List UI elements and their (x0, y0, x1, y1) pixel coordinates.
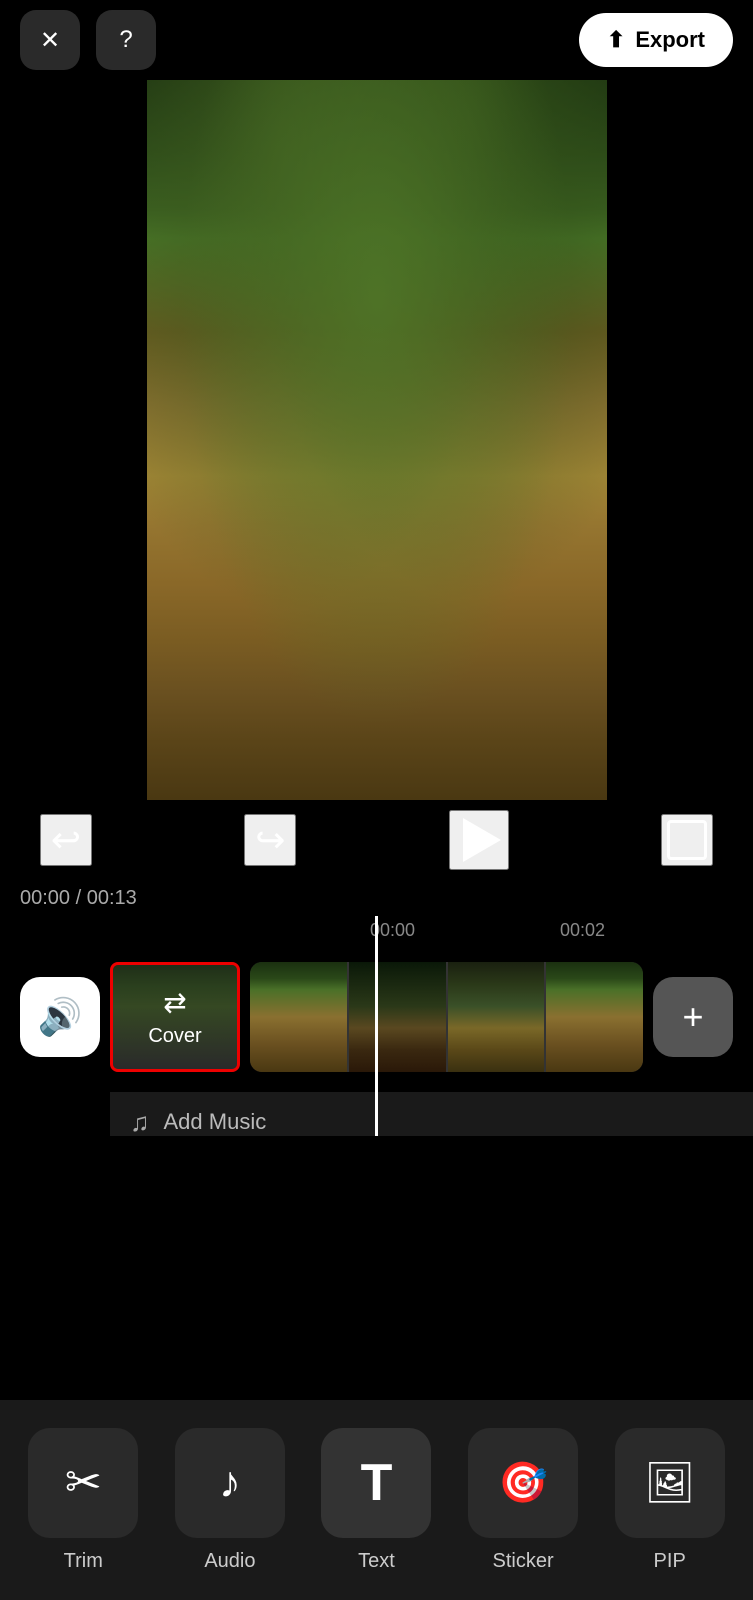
undo-button[interactable]: ↩ (40, 814, 92, 866)
strip-frame-4 (546, 962, 643, 1072)
redo-icon: ↪ (255, 819, 285, 861)
header-left-controls: ✕ ? (20, 10, 156, 70)
sticker-label: Sticker (493, 1550, 554, 1573)
text-icon-wrap: T (321, 1428, 431, 1538)
strip-frame-1 (250, 962, 347, 1072)
cover-label: Cover (148, 1025, 201, 1048)
bottom-toolbar: ✂ Trim ♪ Audio T Text 🎯 Sticker 🖼 PIP (0, 1400, 753, 1600)
play-button[interactable] (449, 810, 509, 870)
help-button[interactable]: ? (96, 10, 156, 70)
text-icon: T (361, 1453, 393, 1513)
trim-icon: ✂ (65, 1457, 102, 1508)
tool-item-pip[interactable]: 🖼 PIP (605, 1428, 735, 1573)
time-labels: 00:00 / 00:13 (0, 880, 753, 916)
undo-icon: ↩ (51, 819, 81, 861)
audio-icon: ♪ (219, 1458, 241, 1508)
timeline: 00:00 / 00:13 00:00 00:02 🔊 ⇄ Cover (0, 880, 753, 1140)
volume-icon: 🔊 (38, 996, 83, 1038)
export-button[interactable]: ⬆ Export (579, 13, 733, 67)
tool-item-text[interactable]: T Text (311, 1428, 441, 1573)
pip-icon: 🖼 (644, 1459, 695, 1506)
audio-icon-wrap: ♪ (175, 1428, 285, 1538)
video-scene (147, 80, 607, 800)
sticker-icon-wrap: 🎯 (468, 1428, 578, 1538)
audio-label: Audio (204, 1550, 255, 1573)
play-icon (463, 818, 501, 862)
add-music-label: Add Music (164, 1109, 267, 1135)
video-background (147, 80, 607, 800)
tool-item-trim[interactable]: ✂ Trim (18, 1428, 148, 1573)
volume-button[interactable]: 🔊 (20, 977, 100, 1057)
export-icon: ⬆ (607, 27, 625, 53)
text-label: Text (358, 1550, 395, 1573)
trim-icon-wrap: ✂ (28, 1428, 138, 1538)
add-icon: + (682, 996, 703, 1038)
cover-swap-icon: ⇄ (163, 986, 186, 1019)
export-label: Export (635, 27, 705, 53)
add-clip-button[interactable]: + (653, 977, 733, 1057)
ruler-mark-2: 00:02 (560, 920, 605, 941)
tool-item-sticker[interactable]: 🎯 Sticker (458, 1428, 588, 1573)
time-ruler: 00:00 00:02 🔊 ⇄ Cover (0, 916, 753, 1136)
music-note-icon: ♫ (130, 1107, 150, 1137)
video-strip[interactable] (250, 962, 643, 1072)
controls-bar: ↩ ↪ (0, 800, 753, 880)
tool-item-audio[interactable]: ♪ Audio (165, 1428, 295, 1573)
header: ✕ ? ⬆ Export (0, 0, 753, 80)
fullscreen-button[interactable] (661, 814, 713, 866)
cover-thumbnail[interactable]: ⇄ Cover (110, 962, 240, 1072)
trim-label: Trim (64, 1550, 103, 1573)
fullscreen-icon (667, 820, 707, 860)
video-preview (147, 80, 607, 800)
strip-frame-2 (349, 962, 446, 1072)
playhead (375, 916, 378, 1136)
strip-frame-3 (448, 962, 545, 1072)
current-time: 00:00 / 00:13 (20, 887, 137, 910)
redo-button[interactable]: ↪ (244, 814, 296, 866)
pip-icon-wrap: 🖼 (615, 1428, 725, 1538)
music-row[interactable]: ♫ Add Music (110, 1092, 753, 1136)
sticker-icon: 🎯 (498, 1459, 548, 1506)
pip-label: PIP (654, 1550, 686, 1573)
close-button[interactable]: ✕ (20, 10, 80, 70)
